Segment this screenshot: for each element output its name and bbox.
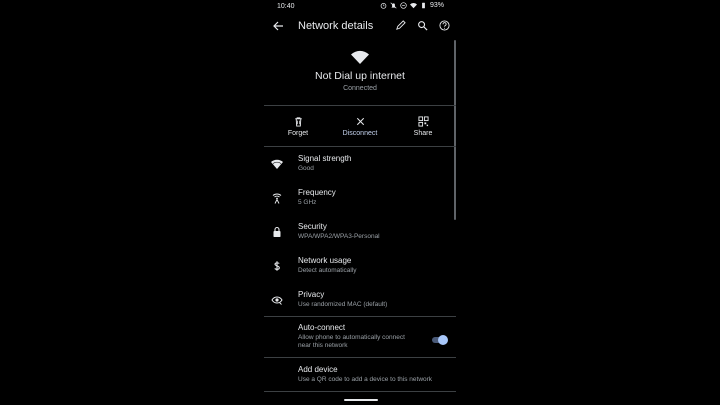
toggle-knob [438, 335, 448, 345]
phone-screen: 10:40 93% Network details Not Dial up in… [264, 0, 456, 405]
antenna-icon [272, 193, 282, 204]
signal-strength-row[interactable]: Signal strength Good [264, 154, 456, 184]
row-title: Security [298, 222, 327, 231]
network-state: Connected [343, 85, 377, 92]
forget-button[interactable]: Forget [273, 113, 323, 137]
row-value: Use randomized MAC (default) [298, 301, 388, 308]
disconnect-label: Disconnect [342, 130, 378, 137]
row-desc-line2: near this network [298, 342, 348, 349]
lock-icon [273, 226, 281, 237]
row-title: Frequency [298, 188, 336, 197]
wifi-large-icon [351, 50, 369, 64]
row-title: Signal strength [298, 154, 352, 163]
wifi-status-icon [409, 2, 417, 9]
status-icons: 93% [380, 2, 444, 9]
status-bar: 10:40 93% [264, 0, 456, 14]
auto-connect-row[interactable]: Auto-connect Allow phone to automaticall… [264, 323, 456, 355]
frequency-row[interactable]: Frequency 5 GHz [264, 188, 456, 218]
alarm-icon [380, 3, 387, 9]
search-icon[interactable] [417, 20, 428, 31]
divider [264, 316, 456, 317]
battery-icon [422, 2, 425, 9]
row-title: Auto-connect [298, 323, 346, 332]
row-title: Privacy [298, 290, 325, 299]
page-title: Network details [298, 20, 374, 32]
action-bar: Forget Disconnect Share [264, 113, 456, 145]
dnd-icon [400, 2, 407, 9]
row-value: Good [298, 165, 314, 172]
row-value: Detect automatically [298, 267, 357, 274]
network-usage-row[interactable]: Network usage Detect automatically [264, 256, 456, 286]
share-label: Share [413, 130, 433, 137]
trash-icon [294, 117, 302, 127]
qr-code-icon [417, 116, 429, 127]
back-arrow-icon[interactable] [272, 20, 284, 32]
row-title: Network usage [298, 256, 352, 265]
forget-label: Forget [287, 130, 309, 137]
divider [264, 105, 456, 106]
disconnect-button[interactable]: Disconnect [335, 113, 385, 137]
share-button[interactable]: Share [398, 113, 448, 137]
help-icon[interactable] [439, 20, 450, 31]
divider [264, 146, 456, 147]
battery-percent: 93% [429, 2, 444, 9]
row-title: Add device [298, 365, 338, 374]
security-row[interactable]: Security WPA/WPA2/WPA3-Personal [264, 222, 456, 252]
divider [264, 391, 456, 392]
row-value: WPA/WPA2/WPA3-Personal [298, 233, 380, 240]
divider [264, 357, 456, 358]
network-ssid: Not Dial up internet [315, 70, 405, 82]
status-time: 10:40 [277, 3, 295, 10]
auto-connect-toggle[interactable] [432, 335, 448, 345]
eye-icon [271, 296, 283, 305]
row-desc-line1: Allow phone to automatically connect [298, 334, 405, 341]
app-bar: Network details [264, 14, 456, 38]
edit-icon[interactable] [395, 20, 406, 31]
mute-icon [390, 2, 397, 9]
wifi-icon [271, 159, 283, 169]
network-header: Not Dial up internet Connected [264, 50, 456, 92]
gesture-handle[interactable] [344, 399, 378, 401]
dollar-icon [274, 261, 280, 271]
row-value: 5 GHz [298, 199, 317, 206]
row-desc: Use a QR code to add a device to this ne… [298, 376, 433, 383]
close-icon [356, 117, 364, 126]
